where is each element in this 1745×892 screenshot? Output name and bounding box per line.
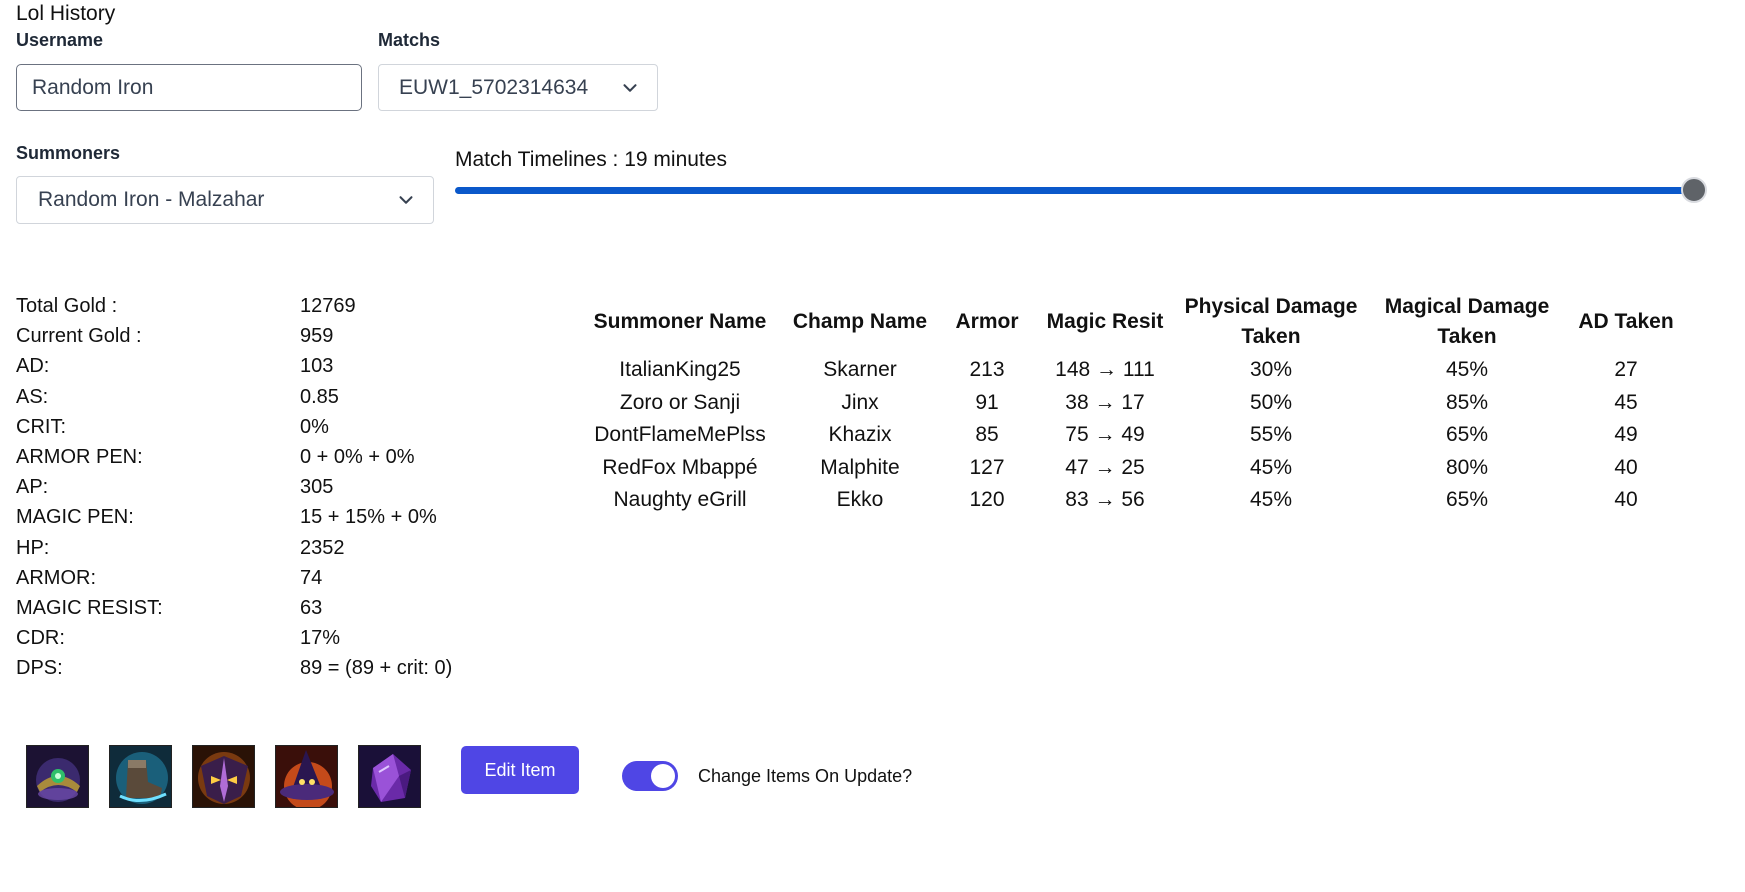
slider-thumb[interactable] (1681, 177, 1707, 203)
table-cell: 50% (1249, 390, 1293, 414)
table-cell: 45% (1445, 358, 1489, 381)
table-cell: DontFlameMePlss (594, 423, 766, 446)
table-cell: 120 (969, 488, 1005, 511)
table-cell: ItalianKing25 (619, 358, 741, 381)
stat-value: 63 (300, 597, 323, 619)
stat-label: AD: (16, 355, 50, 378)
table-cell: Skarner (823, 358, 897, 381)
chevron-down-icon (399, 196, 413, 204)
th-summoner-name: Summoner Name (593, 310, 767, 333)
stat-label: CRIT: (16, 415, 66, 438)
table-cell: Zoro or Sanji (619, 390, 741, 414)
items-row (26, 745, 436, 811)
stat-value: 0.85 (300, 385, 339, 408)
app-title: Lol History (16, 2, 116, 25)
match-timeline-slider[interactable] (455, 176, 1707, 204)
username-label: Username (16, 30, 104, 50)
stat-label: MAGIC RESIST: (16, 597, 163, 619)
table-cell: 40 (1614, 455, 1638, 479)
stat-label: ARMOR PEN: (16, 446, 143, 468)
matchs-selected-value: EUW1_5702314634 (399, 75, 589, 99)
stat-value: 103 (300, 355, 334, 378)
mask-item-icon[interactable] (192, 745, 255, 808)
username-input[interactable] (16, 64, 362, 111)
table-cell: 45 (1614, 390, 1638, 414)
match-timeline-label: Match Timelines : 19 minutes (455, 148, 727, 171)
table-cell: 30% (1249, 358, 1293, 381)
stat-value: 305 (300, 476, 334, 499)
stat-label: DPS: (16, 657, 63, 680)
stat-value: 89 = (89 + crit: 0) (300, 657, 453, 680)
table-cell: 38 → 17 (1065, 390, 1145, 414)
summoners-label: Summoners (16, 143, 121, 163)
th-armor: Armor (955, 310, 1019, 333)
table-cell: 91 (975, 390, 999, 414)
slider-track (455, 187, 1695, 194)
stat-label: ARMOR: (16, 566, 96, 589)
table-cell: 47 → 25 (1065, 455, 1145, 479)
stat-value: 2352 (300, 536, 345, 559)
stat-value: 0% (300, 415, 329, 438)
table-cell: 27 (1614, 358, 1638, 381)
chevron-down-icon (623, 83, 637, 92)
matchs-select[interactable]: EUW1_5702314634 (378, 64, 658, 111)
stat-value: 12769 (300, 295, 356, 317)
crown-item-icon[interactable] (26, 745, 89, 808)
stat-label: Current Gold : (16, 325, 142, 348)
table-cell: 40 (1614, 488, 1638, 511)
table-cell: 148 → 111 (1055, 358, 1155, 381)
stat-label: MAGIC PEN: (16, 506, 134, 529)
table-cell: 75 → 49 (1065, 423, 1145, 446)
table-cell: 85 (975, 423, 999, 446)
toggle-knob (651, 764, 675, 788)
change-items-label: Change Items On Update? (698, 766, 913, 786)
stat-label: HP: (16, 536, 50, 559)
stat-label: AS: (16, 385, 49, 408)
table-cell: Naughty eGrill (613, 488, 747, 511)
stats-panel: Total Gold : 12769 Current Gold : 959 AD: 103… (16, 295, 516, 685)
table-cell: 85% (1445, 390, 1489, 414)
table-cell: 80% (1445, 455, 1489, 479)
table-cell: 45% (1249, 488, 1293, 511)
summoners-table: Summoner Name Champ Name Armor Magic Resit P… (590, 292, 1700, 522)
table-cell: RedFox Mbappé (602, 455, 758, 479)
table-cell: 65% (1445, 488, 1489, 511)
stat-value: 959 (300, 325, 334, 348)
stat-value: 17% (300, 627, 341, 650)
table-cell: 83 → 56 (1065, 488, 1145, 511)
summoners-select[interactable]: Random Iron - Malzahar (16, 176, 434, 224)
th-magical-damage-taken: Magical Damage Taken (1384, 295, 1550, 348)
crystal-item-icon[interactable] (358, 745, 421, 808)
hat-item-icon[interactable] (275, 745, 338, 808)
matchs-label: Matchs (378, 30, 441, 50)
summoners-selected-value: Random Iron - Malzahar (38, 188, 265, 211)
edit-item-button[interactable]: Edit Item (461, 746, 579, 794)
stat-value: 74 (300, 566, 323, 589)
stat-label: AP: (16, 476, 49, 499)
stat-label: CDR: (16, 627, 65, 650)
stat-label: Total Gold : (16, 295, 118, 317)
table-cell: 65% (1445, 423, 1489, 446)
table-cell: Jinx (841, 390, 879, 414)
table-cell: Ekko (836, 488, 884, 511)
stat-value: 0 + 0% + 0% (300, 446, 415, 468)
table-cell: Malphite (820, 455, 900, 479)
table-cell: 127 (969, 455, 1005, 479)
stat-value: 15 + 15% + 0% (300, 506, 437, 529)
change-items-toggle[interactable] (622, 761, 678, 791)
th-magic-resit: Magic Resit (1046, 310, 1164, 333)
table-cell: 55% (1249, 423, 1293, 446)
th-physical-damage-taken: Physical Damage Taken (1184, 295, 1358, 348)
table-cell: 49 (1614, 423, 1638, 446)
th-champ-name: Champ Name (792, 310, 928, 333)
th-ad-taken: AD Taken (1578, 310, 1674, 333)
boots-item-icon[interactable] (109, 745, 172, 808)
table-cell: Khazix (828, 423, 892, 446)
table-cell: 213 (969, 358, 1005, 381)
table-cell: 45% (1249, 455, 1293, 479)
